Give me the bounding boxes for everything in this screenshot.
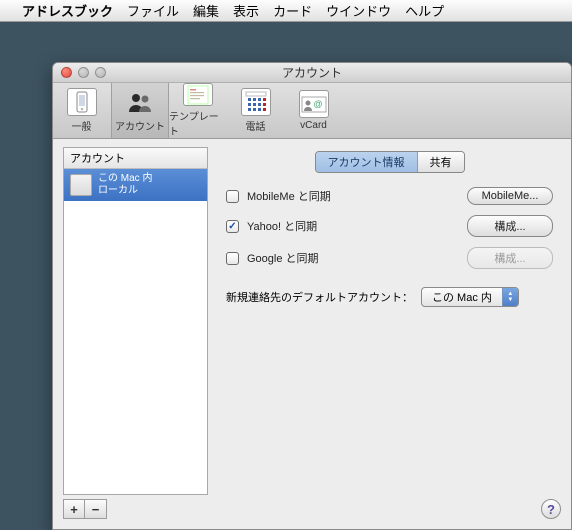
toolbar-vcard[interactable]: @ vCard [285,83,343,138]
toolbar-phone-label: 電話 [246,118,266,133]
sidebar-header: アカウント [63,147,208,169]
window-title: アカウント [53,64,571,81]
default-account-row: 新規連絡先のデフォルトアカウント： この Mac 内 ▲▼ [226,287,553,307]
default-account-label: 新規連絡先のデフォルトアカウント： [226,289,413,305]
remove-account-button[interactable]: − [85,499,107,519]
account-item-local[interactable]: この Mac 内 ローカル [64,169,207,201]
google-configure-button: 構成... [467,247,553,269]
tab-sharing[interactable]: 共有 [417,152,464,172]
add-account-button[interactable]: + [63,499,85,519]
yahoo-sync-checkbox[interactable] [226,220,239,233]
detail-tabs: アカウント情報 共有 [222,151,557,173]
default-account-popup[interactable]: この Mac 内 ▲▼ [421,287,519,307]
menu-card[interactable]: カード [273,1,312,20]
toolbar-accounts-label: アカウント [115,118,165,133]
accounts-icon [125,88,155,116]
toolbar-template-label: テンプレート [169,108,226,138]
svg-text:@: @ [313,99,322,109]
prefs-toolbar: 一般 アカウント テンプレート 電話 @ vCard [53,83,571,139]
mobileme-settings-button[interactable]: MobileMe... [467,187,553,205]
toolbar-general-label: 一般 [72,118,92,133]
mac-menubar: アドレスブック ファイル 編集 表示 カード ウインドウ ヘルプ [0,0,572,22]
menu-view[interactable]: 表示 [233,1,259,20]
toolbar-general[interactable]: 一般 [53,83,111,138]
sync-row-mobileme: MobileMe と同期 MobileMe... [226,187,553,205]
window-content: アカウント この Mac 内 ローカル + − アカウント情報 [53,139,571,529]
account-detail-panel: アカウント情報 共有 MobileMe と同期 MobileMe... Yaho… [218,147,561,519]
mobileme-sync-checkbox[interactable] [226,190,239,203]
app-menu[interactable]: アドレスブック [22,1,113,20]
toolbar-accounts[interactable]: アカウント [111,83,169,138]
default-account-value: この Mac 内 [422,289,502,305]
google-sync-checkbox[interactable] [226,252,239,265]
template-icon [183,83,213,106]
window-titlebar[interactable]: アカウント [53,63,571,83]
sync-row-google: Google と同期 構成... [226,247,553,269]
toolbar-vcard-label: vCard [300,120,327,131]
tab-account-info[interactable]: アカウント情報 [316,152,417,172]
toolbar-template[interactable]: テンプレート [169,83,227,138]
vcard-icon: @ [299,90,329,118]
menu-edit[interactable]: 編集 [193,1,219,20]
phone-icon [241,88,271,116]
menu-file[interactable]: ファイル [127,1,179,20]
popup-stepper-icon: ▲▼ [502,288,518,306]
google-sync-label: Google と同期 [247,250,459,266]
account-local-icon [70,174,92,196]
menu-window[interactable]: ウインドウ [326,1,391,20]
add-remove-bar: + − [63,499,208,519]
accounts-sidebar: アカウント この Mac 内 ローカル + − [63,147,208,519]
help-button[interactable]: ? [541,499,561,519]
mobileme-sync-label: MobileMe と同期 [247,188,459,204]
accounts-list[interactable]: この Mac 内 ローカル [63,169,208,495]
menu-help[interactable]: ヘルプ [405,1,444,20]
account-item-line1: この Mac 内 [98,173,152,185]
general-icon [67,88,97,116]
sync-row-yahoo: Yahoo! と同期 構成... [226,215,553,237]
toolbar-phone[interactable]: 電話 [227,83,285,138]
yahoo-configure-button[interactable]: 構成... [467,215,553,237]
account-item-line2: ローカル [98,185,152,197]
preferences-window: アカウント 一般 アカウント テンプレート 電話 [52,62,572,530]
yahoo-sync-label: Yahoo! と同期 [247,218,459,234]
account-item-label: この Mac 内 ローカル [98,173,152,197]
